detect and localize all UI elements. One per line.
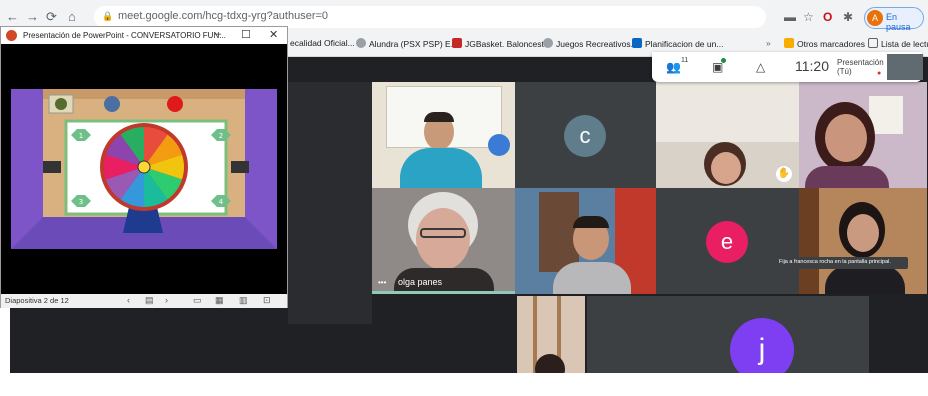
person-hair (424, 112, 454, 122)
speaking-bar (372, 291, 515, 294)
bookmark-item[interactable]: ecalidad Oficial... (290, 38, 355, 48)
meet-background-panel (288, 82, 372, 324)
prev-slide-icon[interactable]: ‹ (127, 295, 130, 305)
linkedin-icon (632, 38, 642, 48)
person-head (416, 208, 470, 270)
profile-avatar: A (867, 10, 883, 26)
forward-icon[interactable]: → (26, 9, 39, 25)
pin-tooltip-text: Fija a francesca rocha en la pantalla pr… (779, 259, 891, 265)
page-bottom-strip (10, 373, 928, 396)
corner-badge: 2 (219, 132, 223, 140)
participant-avatar: c (564, 115, 606, 157)
ppt-window-title: Presentación de PowerPoint - CONVERSATOR… (23, 31, 226, 40)
self-preview[interactable] (887, 54, 923, 80)
reading-list[interactable]: Lista de lectu (868, 38, 928, 49)
other-bookmarks[interactable]: Otros marcadores (784, 38, 865, 49)
ppt-statusbar: Diapositiva 2 de 12 ‹ ▤ › ▭ ▦ ▥ ⊡ (1, 294, 287, 308)
minimize-icon[interactable]: – (215, 28, 221, 40)
globe-icon (356, 38, 366, 48)
lock-icon: 🔒 (102, 11, 114, 21)
globe-icon (543, 38, 553, 48)
participant-tile[interactable] (515, 188, 656, 294)
person-shirt (400, 148, 482, 188)
pause-label: En pausa (886, 12, 911, 32)
powerpoint-window[interactable]: Presentación de PowerPoint - CONVERSATOR… (0, 26, 288, 308)
wheel-game-slide: 1 2 3 4 (11, 89, 277, 249)
reading-view-icon[interactable]: ▥ (239, 295, 248, 306)
next-slide-icon[interactable]: › (165, 295, 168, 305)
slideshow-icon[interactable]: ⊡ (263, 295, 271, 306)
participant-tile[interactable]: c (515, 82, 656, 188)
participant-tile[interactable]: e (656, 188, 799, 294)
reading-list-icon (868, 38, 878, 48)
participant-tile[interactable]: ✋ (656, 82, 799, 188)
participants-icon[interactable]: 👥 (666, 60, 681, 74)
person-head (711, 152, 741, 184)
home-icon[interactable]: ⌂ (68, 9, 76, 25)
profile-pause-button[interactable]: A En pausa (864, 7, 924, 32)
person-head (847, 214, 879, 252)
bookmark-item[interactable]: Planificacion de un... (632, 38, 723, 49)
participant-tile[interactable]: j (587, 296, 869, 373)
participant-avatar: e (706, 221, 748, 263)
maximize-icon[interactable]: ☐ (241, 28, 251, 41)
url-text[interactable]: meet.google.com/hcg-tdxg-yrg?authuser=0 (118, 10, 328, 22)
person-head (825, 114, 867, 162)
meeting-time: 11:20 (795, 58, 829, 74)
bookmark-item[interactable]: Juegos Recreativos... (543, 38, 638, 49)
corner-badge: 4 (219, 198, 224, 206)
powerpoint-icon (6, 30, 17, 41)
person-hair (573, 216, 609, 228)
normal-view-icon[interactable]: ▭ (193, 295, 202, 306)
participant-name: olga panes (398, 277, 443, 287)
wall (656, 82, 799, 142)
participant-tile[interactable] (372, 82, 515, 188)
ppt-titlebar[interactable]: Presentación de PowerPoint - CONVERSATOR… (1, 27, 287, 44)
slide-menu-icon[interactable]: ▤ (145, 295, 154, 306)
glasses (420, 228, 466, 238)
participant-tile[interactable] (799, 82, 927, 188)
slide: 1 2 3 4 (11, 89, 277, 249)
opera-icon[interactable]: O (823, 10, 832, 24)
person-shirt (553, 262, 631, 294)
participants-count: 11 (681, 57, 689, 64)
participant-tile[interactable] (517, 296, 585, 373)
back-icon[interactable]: ← (6, 9, 19, 25)
participant-tile[interactable] (799, 188, 927, 294)
chat-dot (721, 58, 726, 63)
close-icon[interactable]: ✕ (269, 28, 278, 41)
more-bookmarks-chevron[interactable]: » (766, 38, 771, 48)
corner-badge: 3 (79, 198, 83, 206)
participant-avatar: j (730, 318, 794, 373)
activities-icon[interactable]: △ (756, 60, 765, 74)
bookmark-item[interactable]: JGBasket. Baloncest... (452, 38, 551, 49)
fan-object (488, 134, 510, 156)
jgbasket-icon (452, 38, 462, 48)
corner-badge: 1 (79, 132, 83, 140)
slide-counter: Diapositiva 2 de 12 (5, 296, 69, 305)
reload-icon[interactable]: ⟳ (46, 9, 57, 25)
extensions-icon[interactable]: ✱ (843, 10, 853, 24)
bookmark-star-icon[interactable]: ☆ (803, 10, 814, 24)
person-shirt (805, 166, 889, 188)
hand-raised-icon: ✋ (776, 166, 792, 182)
bookmark-item[interactable]: Alundra (PSX PSP) E... (356, 38, 458, 49)
mic-off-icon: ● (877, 70, 882, 77)
folder-icon (784, 38, 794, 48)
participant-tile[interactable]: ••• olga panes (372, 188, 515, 294)
slide-sorter-icon[interactable]: ▦ (215, 295, 224, 306)
camera-icon[interactable]: ▬ (784, 10, 796, 24)
person-shirt (825, 266, 905, 294)
wood-panel (799, 188, 819, 294)
speaking-indicator-icon: ••• (378, 278, 387, 287)
